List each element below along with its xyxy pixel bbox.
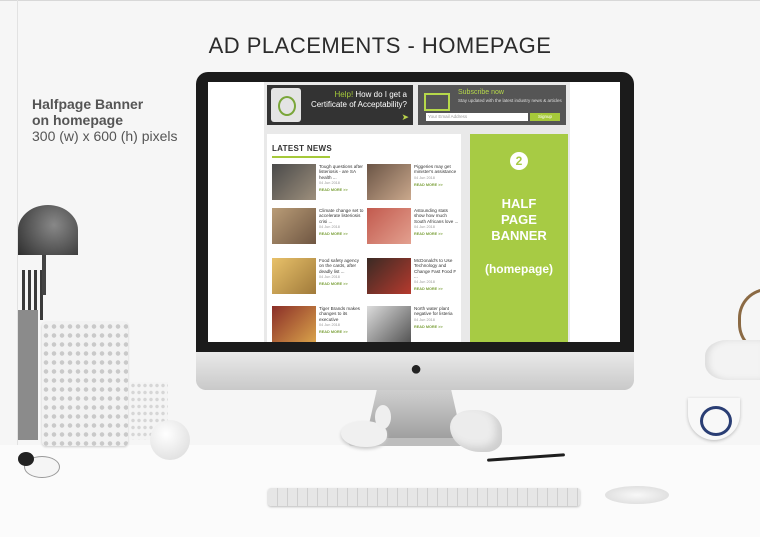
news-headline: North water plant negative for listeria [414,306,453,317]
website-mockup: Help! How do I get a Certificate of Acce… [264,82,570,342]
news-item[interactable]: North water plant negative for listeria 0… [367,306,459,342]
pencil-cup [18,310,38,440]
news-thumbnail [272,258,316,294]
teacup-icon [688,398,740,440]
read-more-link[interactable]: READ MORE >> [414,287,459,292]
decorative-ball [150,420,190,460]
news-date: 04 Jun 2018 [319,322,340,327]
placement-dimensions: 300 (w) x 600 (h) pixels [32,128,178,144]
perforated-vase [42,322,128,446]
read-more-link[interactable]: READ MORE >> [414,325,459,330]
news-item[interactable]: Astounding stats show how much South Afr… [367,208,459,252]
news-item[interactable]: Food safety agency on the cards, after d… [272,258,364,302]
halfpage-banner-label: HALF PAGE BANNER [491,196,547,243]
news-thumbnail [367,258,411,294]
news-headline: Climate change set to accelerate listeri… [319,208,364,224]
news-thumbnail [272,208,316,244]
news-thumbnail [367,164,411,200]
placement-number-badge: 2 [510,152,528,170]
read-more-link[interactable]: READ MORE >> [319,282,364,287]
envelope-icon [424,93,450,111]
bird-figurine-icon [335,405,397,453]
desk-lamp-neck [42,255,46,295]
read-more-link[interactable]: READ MORE >> [319,330,364,335]
read-more-link[interactable]: READ MORE >> [319,188,364,193]
subscribe-body: Stay updated with the latest industry ne… [458,98,562,103]
news-headline: Food safety agency on the cards, after d… [319,258,360,274]
news-item[interactable]: Piggeries may get minister's assistance 0… [367,164,459,208]
read-more-link[interactable]: READ MORE >> [414,232,459,237]
news-date: 04 Jun 2018 [414,280,435,285]
news-headline: Astounding stats show how much South Afr… [414,208,459,224]
email-input[interactable]: Your Email Address [426,113,528,121]
apple-logo-icon: ● [409,358,423,380]
top-border [0,0,760,1]
help-banner-text: Help! How do I get a Certificate of Acce… [310,90,407,109]
news-item[interactable]: Tough questions after listeriosis - are … [272,164,364,208]
news-date: 04 Jun 2018 [414,317,435,322]
placement-label-line1: Halfpage Banner [32,96,144,112]
news-headline: Piggeries may get minister's assistance [414,164,457,175]
latest-news-title: LATEST NEWS [272,144,333,153]
panda-figurine-icon [18,448,60,478]
certificate-badge-icon [271,88,301,122]
keyboard [268,488,580,506]
subscribe-heading: Subscribe now [458,89,504,96]
news-thumbnail [367,208,411,244]
news-item[interactable]: McDonald's to Use Technology and Change … [367,258,459,302]
news-date: 04 Jun 2018 [414,224,435,229]
placement-label-line2: on homepage [32,112,124,128]
read-more-link[interactable]: READ MORE >> [414,183,459,188]
news-headline: Tiger Brands makes changes to its execut… [319,306,360,322]
subscribe-box: Subscribe now Stay updated with the late… [418,85,566,125]
news-thumbnail [272,164,316,200]
monitor-screen: Help! How do I get a Certificate of Acce… [208,82,620,342]
news-date: 04 Jun 2018 [319,224,340,229]
news-date: 04 Jun 2018 [319,274,340,279]
help-banner-ad[interactable]: Help! How do I get a Certificate of Acce… [267,85,413,125]
halfpage-banner-sub: (homepage) [484,262,553,276]
arrow-icon: ➤ [401,112,409,122]
news-headline: Tough questions after listeriosis - are … [319,164,363,180]
news-item[interactable]: Climate change set to accelerate listeri… [272,208,364,252]
news-thumbnail [367,306,411,342]
placement-label: Halfpage Banner on homepage 300 (w) x 60… [32,96,178,144]
latest-news-underline [272,156,330,158]
desk-lamp-icon [18,205,78,255]
read-more-link[interactable]: READ MORE >> [319,232,364,237]
latest-news-panel: LATEST NEWS Tough questions after lister… [267,134,461,342]
news-date: 04 Jun 2018 [414,175,435,180]
news-date: 04 Jun 2018 [319,180,340,185]
halfpage-banner-placeholder[interactable]: 2 HALF PAGE BANNER (homepage) [470,134,568,342]
news-thumbnail [272,306,316,342]
signup-button[interactable]: Signup [530,113,560,121]
mouse [605,486,669,504]
teapot-icon [705,340,760,380]
news-headline: McDonald's to Use Technology and Change … [414,258,457,279]
page-title: AD PLACEMENTS - HOMEPAGE [208,33,552,58]
news-item[interactable]: Tiger Brands makes changes to its execut… [272,306,364,342]
